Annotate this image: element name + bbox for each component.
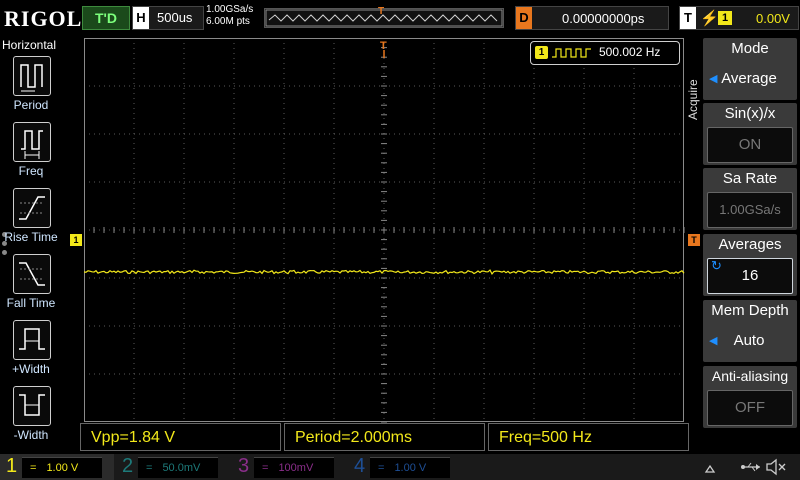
rise-time-icon <box>13 188 51 228</box>
frequency-counter[interactable]: 1 500.002 Hz <box>530 41 680 65</box>
channel-2-status[interactable]: 2 = 50.0mV <box>116 454 230 480</box>
timebase-display[interactable]: H 500us <box>132 6 204 30</box>
sa-rate-value: 1.00GSa/s <box>707 192 793 228</box>
top-status-bar: RIGOL T'D H 500us 1.00GSa/s 6.00M pts T … <box>0 0 800 36</box>
mode-arrow-icon: ◀ <box>709 73 718 85</box>
counter-channel-badge: 1 <box>535 46 548 59</box>
horizontal-measure-panel: Horizontal Period Freq Rise Time Fall Ti… <box>0 36 62 442</box>
sound-status-icon[interactable] <box>700 458 728 476</box>
measure-freq-button[interactable]: Freq <box>0 122 62 186</box>
measurement-vpp[interactable]: Vpp=1.84 V <box>80 423 281 451</box>
anti-aliasing-softkey[interactable]: Anti-aliasing OFF <box>703 366 797 428</box>
sinx-value: ON <box>707 127 793 163</box>
negative-width-icon <box>13 386 51 426</box>
negative-width-label: -Width <box>13 428 49 442</box>
channel-4-scale-text: 1.00 V <box>394 462 427 474</box>
period-icon <box>13 56 51 96</box>
trigger-tag: T <box>680 7 696 29</box>
horizontal-tag: H <box>133 7 149 29</box>
measure-positive-width-button[interactable]: +Width <box>0 320 62 384</box>
channel-2-scale-text: 50.0mV <box>162 462 201 474</box>
acquisition-info: 1.00GSa/s 6.00M pts <box>206 4 253 28</box>
channel-3-number: 3 <box>238 455 250 477</box>
acquire-menu: Mode Average ◀ Sin(x)/x ON Sa Rate 1.00G… <box>703 38 798 428</box>
measure-rise-time-button[interactable]: Rise Time <box>0 188 62 252</box>
fall-time-icon <box>13 254 51 294</box>
channel-4-number: 4 <box>354 455 366 477</box>
mem-depth-arrow-icon: ◀ <box>709 335 718 347</box>
mode-softkey[interactable]: Mode Average ◀ <box>703 38 797 100</box>
measurement-freq[interactable]: Freq=500 Hz <box>488 423 689 451</box>
measurement-period[interactable]: Period=2.000ms <box>284 423 485 451</box>
freq-icon <box>13 122 51 162</box>
anti-aliasing-title: Anti-aliasing <box>711 368 789 384</box>
memory-overview-bar[interactable]: T <box>264 6 504 28</box>
sinx-softkey[interactable]: Sin(x)/x ON <box>703 103 797 165</box>
delay-value: 0.00000000ps <box>562 11 645 26</box>
trigger-level-value: 0.00V <box>756 11 790 26</box>
channel-1-status[interactable]: 1 = 1.00 V <box>0 454 114 480</box>
delay-tag: D <box>516 7 532 29</box>
trigger-position-marker: T <box>378 6 385 17</box>
counter-frequency: 500.002 Hz <box>599 45 661 59</box>
mem-depth-title: Mem Depth <box>711 302 789 319</box>
trigger-level-marker[interactable]: T <box>688 234 700 246</box>
channel-3-status[interactable]: 3 = 100mV <box>232 454 346 480</box>
waveform-grid: T <box>83 37 685 423</box>
rigol-logo: RIGOL <box>4 6 83 31</box>
delay-display[interactable]: D 0.00000000ps <box>515 6 669 30</box>
averages-title: Averages <box>718 236 782 253</box>
rise-time-label: Rise Time <box>4 230 58 244</box>
usb-icon <box>741 462 760 472</box>
channel-3-scale: = 100mV <box>254 457 334 478</box>
fall-time-label: Fall Time <box>6 296 56 310</box>
speaker-muted-icon[interactable] <box>764 458 788 476</box>
measure-fall-time-button[interactable]: Fall Time <box>0 254 62 318</box>
sinx-title: Sin(x)/x <box>724 105 776 122</box>
square-wave-icon <box>552 48 591 58</box>
acquire-menu-label: Acquire <box>686 79 700 120</box>
sample-rate: 1.00GSa/s <box>206 4 254 15</box>
mode-value-text: Average <box>721 70 777 87</box>
mode-title: Mode <box>731 40 769 57</box>
channel-status-bar: 1 = 1.00 V 2 = 50.0mV 3 = 100mV 4 = 1.00 V <box>0 454 800 480</box>
channel-4-scale: = 1.00 V <box>370 457 450 478</box>
period-label: Period <box>13 98 49 112</box>
channel-2-number: 2 <box>122 455 134 477</box>
sa-rate-title: Sa Rate <box>722 170 778 187</box>
channel-3-scale-text: 100mV <box>278 462 314 474</box>
trigger-status-badge[interactable]: T'D <box>82 6 130 30</box>
rotary-knob-icon: ↻ <box>711 258 722 273</box>
mem-depth-value: Auto <box>707 324 791 358</box>
measure-period-button[interactable]: Period <box>0 56 62 120</box>
measure-negative-width-button[interactable]: -Width <box>0 386 62 450</box>
positive-width-icon <box>13 320 51 360</box>
anti-aliasing-value: OFF <box>707 390 793 426</box>
freq-label: Freq <box>18 164 44 178</box>
timebase-value: 500us <box>157 10 193 25</box>
ch1-offset-marker[interactable]: 1 <box>70 234 82 246</box>
rising-edge-icon: ⚡ <box>700 10 719 27</box>
positive-width-label: +Width <box>12 362 50 376</box>
mem-depth-softkey[interactable]: Mem Depth Auto ◀ <box>703 300 797 362</box>
trigger-display[interactable]: T ⚡ 1 0.00V <box>679 6 799 30</box>
sa-rate-softkey[interactable]: Sa Rate 1.00GSa/s <box>703 168 797 230</box>
averages-softkey[interactable]: Averages 16 ↻ <box>703 234 797 296</box>
memory-points: 6.00M pts <box>206 16 250 27</box>
trigger-source-badge: 1 <box>718 11 732 25</box>
channel-4-status[interactable]: 4 = 1.00 V <box>348 454 462 480</box>
mode-value: Average <box>707 62 791 96</box>
channel-1-scale: = 1.00 V <box>22 457 102 478</box>
left-panel-title: Horizontal <box>2 38 57 52</box>
channel-1-number: 1 <box>6 455 18 477</box>
channel-1-scale-text: 1.00 V <box>46 462 79 474</box>
waveform-display[interactable]: T 1 500.002 Hz <box>83 37 685 423</box>
channel-2-scale: = 50.0mV <box>138 457 218 478</box>
